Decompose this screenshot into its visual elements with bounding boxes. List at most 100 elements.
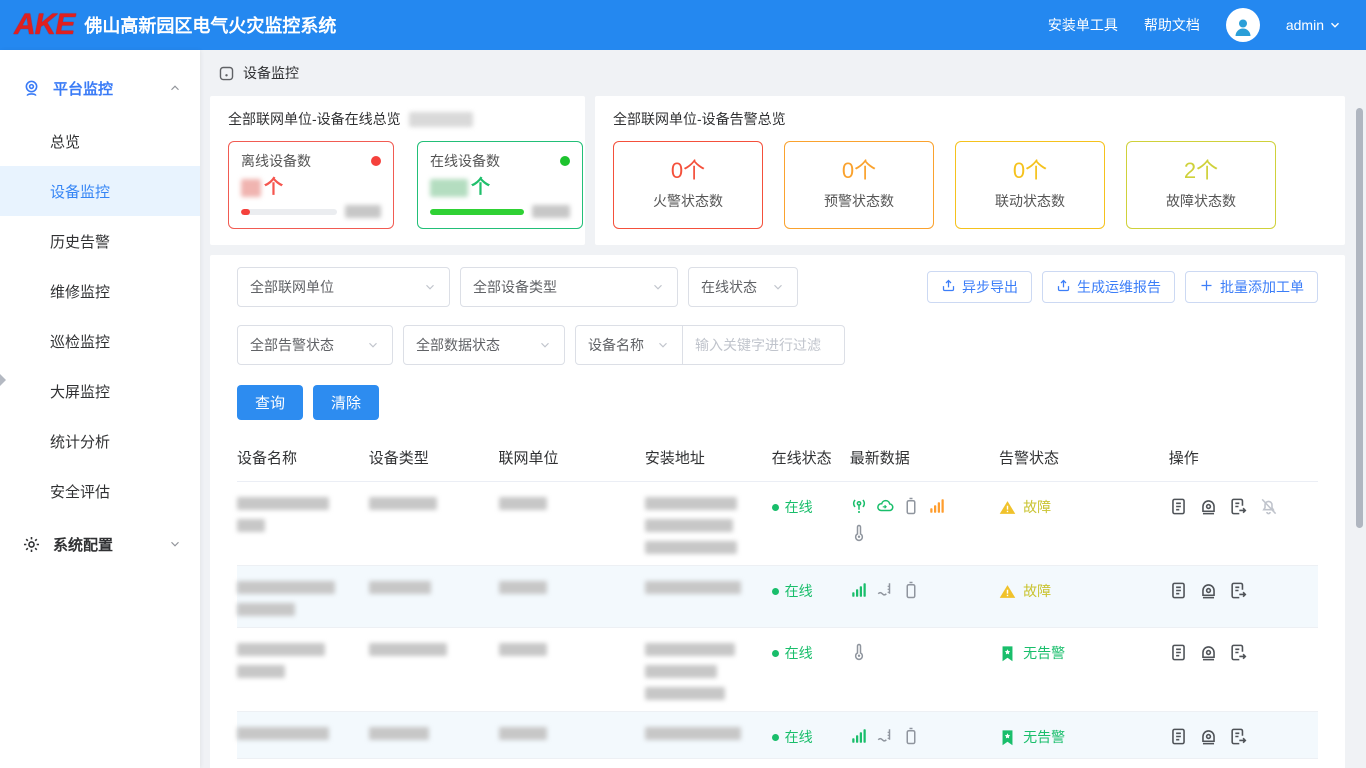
offline-status-dot-icon <box>371 156 381 166</box>
chevron-down-icon <box>168 537 182 551</box>
redacted-text <box>645 687 725 700</box>
alarm-stat-value: 0个 <box>671 160 705 182</box>
monitor-view-button[interactable] <box>1199 497 1218 516</box>
device-online-overview-card: 全部联网单位-设备在线总览 离线设备数 个 <box>210 96 585 245</box>
online-status-label: 在线 <box>785 643 813 663</box>
redacted-cell <box>499 643 645 700</box>
sidebar-collapse-handle[interactable] <box>0 374 6 386</box>
nav-help-docs[interactable]: 帮助文档 <box>1144 15 1200 35</box>
generate-report-button[interactable]: 生成运维报告 <box>1042 271 1175 303</box>
online-devices-box[interactable]: 在线设备数 个 <box>417 141 583 229</box>
user-menu[interactable]: admin <box>1286 17 1342 33</box>
detail-doc-button[interactable] <box>1169 643 1188 662</box>
user-avatar[interactable] <box>1226 8 1260 42</box>
sidebar-item-设备监控[interactable]: 设备监控 <box>0 166 200 216</box>
detail-doc-button[interactable] <box>1169 727 1188 746</box>
person-icon <box>1231 15 1255 39</box>
keyword-field-select[interactable]: 设备名称 <box>575 325 683 365</box>
batch-work-order-button[interactable]: 批量添加工单 <box>1185 271 1318 303</box>
redacted-cell <box>369 581 499 616</box>
redacted-text <box>369 727 429 740</box>
sidebar-item-维修监控[interactable]: 维修监控 <box>0 266 200 316</box>
signal-icon <box>850 727 868 745</box>
sidebar-group-label: 平台监控 <box>53 78 113 99</box>
work-order-button[interactable] <box>1229 497 1248 516</box>
sidebar-item-大屏监控[interactable]: 大屏监控 <box>0 366 200 416</box>
sidebar-item-历史告警[interactable]: 历史告警 <box>0 216 200 266</box>
bookmark-icon <box>999 645 1016 662</box>
filter-network-unit-select[interactable]: 全部联网单位 <box>237 267 450 307</box>
nav-install-tool[interactable]: 安装单工具 <box>1048 15 1118 35</box>
alarm-status-label: 故障 <box>1023 497 1051 517</box>
sidebar-group-system-config[interactable]: 系统配置 <box>0 516 200 572</box>
online-status-badge: 在线 <box>772 581 836 601</box>
clear-button[interactable]: 清除 <box>313 385 379 420</box>
offline-devices-box[interactable]: 离线设备数 个 <box>228 141 394 229</box>
redacted-text <box>237 581 335 594</box>
redacted-cell <box>369 643 499 700</box>
monitor-view-button[interactable] <box>1199 581 1218 600</box>
redacted-text <box>237 665 285 678</box>
redacted-text <box>369 581 431 594</box>
redacted-text <box>237 519 265 532</box>
sidebar-group-platform-monitor[interactable]: 平台监控 <box>0 60 200 116</box>
alarm-status-label: 无告警 <box>1023 643 1065 663</box>
bookmark-icon <box>999 729 1016 746</box>
filter-device-type-value: 全部设备类型 <box>473 277 557 297</box>
filter-device-type-select[interactable]: 全部设备类型 <box>460 267 678 307</box>
export-icon <box>1056 278 1071 296</box>
vertical-scrollbar[interactable] <box>1356 108 1363 528</box>
alarm-stat-box-3[interactable]: 2个故障状态数 <box>1126 141 1276 229</box>
monitor-view-button[interactable] <box>1199 727 1218 746</box>
work-order-button[interactable] <box>1229 643 1248 662</box>
sidebar-item-巡检监控[interactable]: 巡检监控 <box>0 316 200 366</box>
battery-icon <box>902 581 920 599</box>
detail-doc-button[interactable] <box>1169 581 1188 600</box>
alarm-stat-box-1[interactable]: 0个预警状态数 <box>784 141 934 229</box>
filter-online-state-select[interactable]: 在线状态 <box>688 267 798 307</box>
latest-data-cell <box>850 643 999 700</box>
redacted-text <box>499 581 547 594</box>
offline-devices-label: 离线设备数 <box>241 151 311 171</box>
redacted-cell <box>645 727 772 747</box>
chevron-down-icon <box>538 338 552 352</box>
redacted-text <box>645 581 741 594</box>
alarm-overview-title: 全部联网单位-设备告警总览 <box>613 109 786 129</box>
redacted-online-count <box>430 179 468 197</box>
mute-alarm-button[interactable] <box>1259 497 1278 516</box>
redacted-online-percent <box>532 205 570 218</box>
sidebar-item-统计分析[interactable]: 统计分析 <box>0 416 200 466</box>
redacted-text <box>645 541 737 554</box>
device-alarm-overview-card: 全部联网单位-设备告警总览 0个火警状态数0个预警状态数0个联动状态数2个故障状… <box>595 96 1345 245</box>
table-row: 在线无告警 <box>237 712 1318 759</box>
redacted-cell <box>645 497 772 554</box>
redacted-text <box>369 643 447 656</box>
chevron-down-icon <box>656 338 670 352</box>
webcam-icon <box>22 79 41 98</box>
query-button[interactable]: 查询 <box>237 385 303 420</box>
filter-alarm-state-select[interactable]: 全部告警状态 <box>237 325 393 365</box>
work-order-button[interactable] <box>1229 727 1248 746</box>
monitor-view-button[interactable] <box>1199 643 1218 662</box>
latest-data-cell <box>850 497 999 554</box>
alarm-status-fault-badge: 故障 <box>999 497 1155 517</box>
online-overview-title: 全部联网单位-设备在线总览 <box>228 109 401 129</box>
redacted-text <box>645 727 741 740</box>
alarm-stat-box-0[interactable]: 0个火警状态数 <box>613 141 763 229</box>
keyword-input[interactable] <box>683 325 845 365</box>
table-header-设备名称: 设备名称 <box>237 434 369 481</box>
filter-data-state-select[interactable]: 全部数据状态 <box>403 325 565 365</box>
redacted-text <box>237 603 295 616</box>
async-export-button[interactable]: 异步导出 <box>927 271 1032 303</box>
detail-doc-button[interactable] <box>1169 497 1188 516</box>
sidebar-item-总览[interactable]: 总览 <box>0 116 200 166</box>
redacted-cell <box>499 581 645 616</box>
alarm-status-label: 故障 <box>1023 581 1051 601</box>
table-header-设备类型: 设备类型 <box>369 434 499 481</box>
sidebar-item-安全评估[interactable]: 安全评估 <box>0 466 200 516</box>
work-order-button[interactable] <box>1229 581 1248 600</box>
export-icon <box>941 278 956 296</box>
breadcrumb: 设备监控 <box>210 50 1366 96</box>
chevron-down-icon <box>366 338 380 352</box>
alarm-stat-box-2[interactable]: 0个联动状态数 <box>955 141 1105 229</box>
